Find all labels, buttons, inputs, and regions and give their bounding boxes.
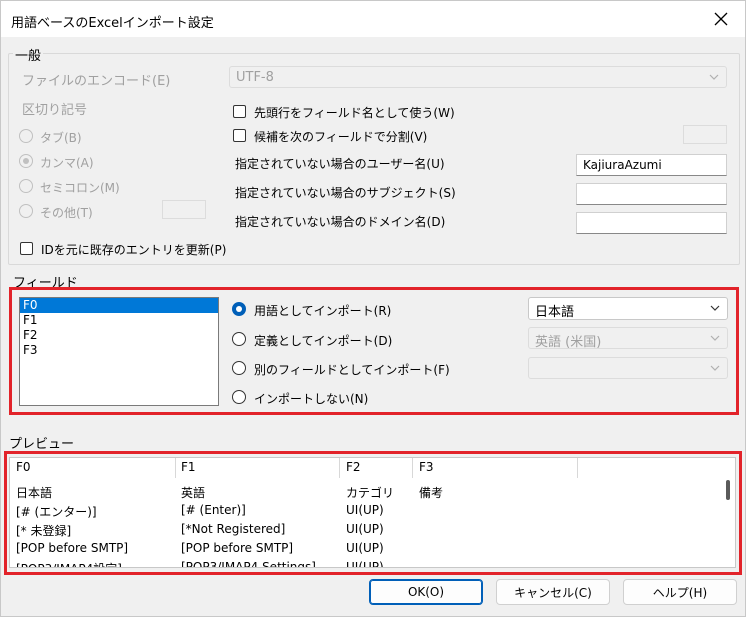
chevron-down-icon [710, 335, 720, 341]
general-group-label: 一般 [13, 45, 44, 64]
first-row-fieldnames-checkbox[interactable] [233, 105, 246, 118]
preview-header-cell: F0 [16, 460, 31, 474]
preview-cell: カテゴリ [346, 486, 395, 500]
default-subject-input[interactable] [576, 183, 727, 205]
close-icon [714, 12, 728, 26]
import-as-other-field-label: 別のフィールドとしてインポート(F) [254, 363, 450, 377]
import-as-term-label: 用語としてインポート(R) [254, 304, 392, 318]
delimiter-other-input[interactable] [162, 200, 206, 219]
definition-language-value: 英語 (米国) [535, 335, 602, 350]
definition-language-select[interactable]: 英語 (米国) [528, 327, 728, 350]
delimiter-other-label: その他(T) [40, 206, 93, 220]
preview-cell: [*Not Registered] [181, 522, 286, 536]
preview-header-cell: F3 [419, 460, 434, 474]
delimiter-comma-label: カンマ(A) [40, 156, 94, 170]
import-as-definition-label: 定義としてインポート(D) [254, 334, 393, 348]
field-list-item[interactable]: F2 [20, 328, 218, 343]
preview-cell: [# (エンター)] [16, 505, 97, 519]
default-user-value: KajiuraAzumi [583, 158, 662, 172]
default-user-input[interactable]: KajiuraAzumi [576, 154, 727, 176]
preview-header-row: F0 F1 F2 F3 [10, 458, 735, 478]
preview-cell: [POP before SMTP] [181, 541, 294, 555]
split-candidates-label: 候補を次のフィールドで分割(V) [254, 130, 428, 144]
preview-cell: UI(UP) [346, 503, 384, 517]
title-bar: 用語ベースのExcelインポート設定 [1, 1, 745, 37]
column-divider [339, 458, 340, 478]
preview-row: [# (エンター)] [# (Enter)] UI(UP) [10, 501, 735, 520]
file-encoding-select[interactable]: UTF-8 [229, 66, 727, 88]
import-as-term-radio[interactable] [232, 302, 246, 316]
field-list-item[interactable]: F3 [20, 343, 218, 358]
delimiter-comma-radio[interactable] [19, 154, 33, 168]
preview-cell: 日本語 [16, 486, 53, 500]
help-button[interactable]: ヘルプ(H) [623, 579, 737, 605]
delimiter-semicolon-radio[interactable] [19, 179, 33, 193]
preview-header-cell: F1 [181, 460, 196, 474]
field-list-item[interactable]: F1 [20, 313, 218, 328]
preview-header-cell: F2 [346, 460, 361, 474]
cancel-button-label: キャンセル(C) [514, 585, 592, 600]
help-button-label: ヘルプ(H) [652, 585, 708, 600]
default-subject-label: 指定されていない場合のサブジェクト(S) [235, 186, 456, 200]
preview-cell: [POP3/IMAP4設定] [16, 560, 122, 567]
cancel-button[interactable]: キャンセル(C) [496, 579, 610, 605]
preview-row: [POP3/IMAP4設定] [POP3/IMAP4 Settings] UI(… [10, 558, 735, 568]
preview-table[interactable]: F0 F1 F2 F3 日本語 英語 カテゴリ 備考 [# (エンター)] [#… [9, 457, 736, 568]
chevron-down-icon [709, 74, 719, 80]
field-list[interactable]: F0 F1 F2 F3 [19, 297, 219, 406]
preview-row: 日本語 英語 カテゴリ 備考 [10, 482, 735, 501]
column-divider [577, 458, 578, 478]
chevron-down-icon [710, 365, 720, 371]
preview-cell: 備考 [419, 486, 444, 500]
split-field-input[interactable] [683, 125, 727, 144]
delimiter-semicolon-label: セミコロン(M) [40, 181, 120, 195]
do-not-import-label: インポートしない(N) [254, 392, 369, 406]
field-list-item[interactable]: F0 [20, 298, 218, 313]
column-divider [412, 458, 413, 478]
term-language-select[interactable]: 日本語 [528, 297, 728, 320]
ok-button-label: OK(O) [407, 585, 445, 599]
preview-scrollbar-thumb[interactable] [726, 480, 730, 500]
term-language-value: 日本語 [535, 305, 575, 320]
delimiter-other-radio[interactable] [19, 204, 33, 218]
import-as-other-field-radio[interactable] [232, 361, 246, 375]
dialog-title: 用語ベースのExcelインポート設定 [11, 16, 214, 31]
default-user-label: 指定されていない場合のユーザー名(U) [235, 157, 445, 171]
first-row-fieldnames-label: 先頭行をフィールド名として使う(W) [254, 106, 455, 120]
preview-row: [* 未登録] [*Not Registered] UI(UP) [10, 520, 735, 539]
default-domain-label: 指定されていない場合のドメイン名(D) [235, 215, 446, 229]
preview-cell: [POP before SMTP] [16, 541, 129, 555]
file-encoding-value: UTF-8 [236, 70, 274, 85]
file-encoding-label: ファイルのエンコード(E) [22, 74, 171, 89]
split-candidates-checkbox[interactable] [233, 129, 246, 142]
import-as-definition-radio[interactable] [232, 332, 246, 346]
default-domain-input[interactable] [576, 212, 727, 234]
chevron-down-icon [710, 305, 720, 311]
preview-cell: UI(UP) [346, 560, 384, 568]
preview-cell: UI(UP) [346, 541, 384, 555]
close-button[interactable] [709, 7, 733, 31]
preview-label: プレビュー [9, 437, 75, 452]
import-settings-dialog: 用語ベースのExcelインポート設定 一般 ファイルのエンコード(E) UTF-… [0, 0, 746, 617]
preview-cell: 英語 [181, 486, 206, 500]
delimiter-tab-radio[interactable] [19, 129, 33, 143]
preview-cell: [POP3/IMAP4 Settings] [181, 560, 316, 568]
column-divider [175, 458, 176, 478]
ok-button[interactable]: OK(O) [369, 579, 483, 605]
do-not-import-radio[interactable] [232, 390, 246, 404]
other-field-select[interactable] [528, 357, 728, 379]
update-by-id-label: IDを元に既存のエントリを更新(P) [41, 243, 227, 257]
preview-cell: UI(UP) [346, 522, 384, 536]
delimiter-label: 区切り記号 [22, 103, 88, 118]
preview-cell: [# (Enter)] [181, 503, 246, 517]
preview-cell: [* 未登録] [16, 524, 72, 538]
preview-row: [POP before SMTP] [POP before SMTP] UI(U… [10, 539, 735, 558]
delimiter-tab-label: タブ(B) [40, 131, 82, 145]
update-by-id-checkbox[interactable] [20, 242, 33, 255]
